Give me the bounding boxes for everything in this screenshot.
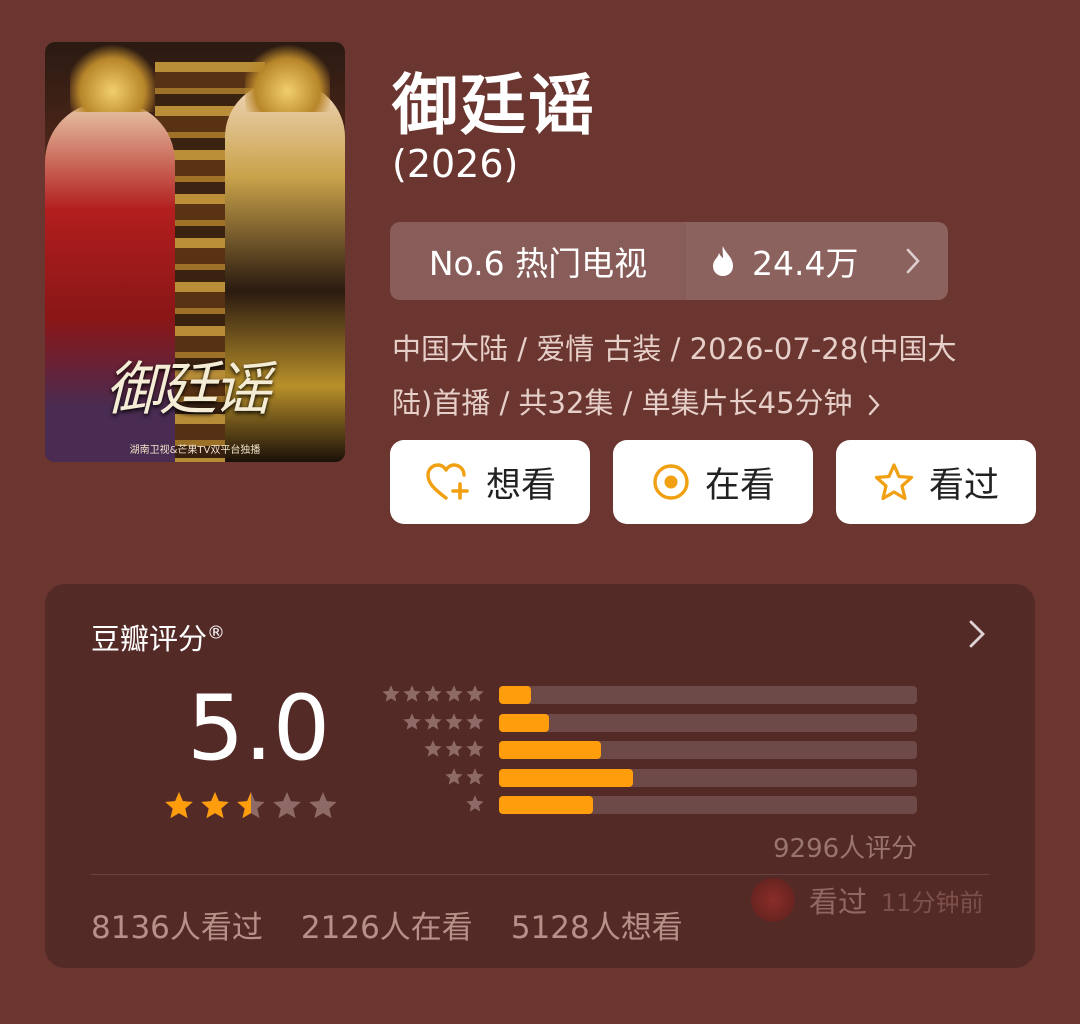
meta-line-2: 陆)首播 / 共32集 / 单集片长45分钟	[392, 386, 853, 420]
poster-crown-right	[245, 42, 330, 112]
small-star-icon	[424, 685, 442, 702]
audience-stats: 8136人看过 2126人在看 5128人想看	[91, 902, 683, 947]
small-star-icon	[445, 767, 463, 785]
small-star-icon	[466, 685, 484, 702]
rating-bar-fill	[499, 741, 602, 759]
small-star-icon	[466, 767, 484, 785]
small-star-icon	[445, 685, 463, 702]
meta-line-1: 中国大陆 / 爱情 古装 / 2026-07-28(中国大	[392, 332, 957, 366]
rating-bar-fill	[499, 796, 594, 814]
watching-button[interactable]: 在看	[613, 440, 813, 524]
small-star-icon	[424, 740, 442, 757]
recent-activity: 看过 11分钟前	[751, 878, 984, 922]
meta-line-2-wrap: 陆)首播 / 共32集 / 单集片长45分钟	[392, 376, 1032, 430]
small-star-icon	[466, 712, 484, 730]
want-count[interactable]: 5128人想看	[511, 902, 683, 947]
rating-bar-fill	[499, 768, 633, 787]
chevron-right-icon[interactable]	[969, 620, 985, 648]
rating-bar-fill	[499, 686, 531, 704]
avatar	[751, 878, 795, 922]
meta-info[interactable]: 中国大陆 / 爱情 古装 / 2026-07-28(中国大 陆)首播 / 共32…	[392, 322, 1032, 430]
rating-bar-stars	[375, 767, 485, 787]
flame-icon	[713, 246, 733, 276]
registered-mark: ®	[207, 622, 226, 644]
rating-bar-track	[499, 768, 917, 787]
rating-bar-track	[499, 686, 917, 704]
want-to-watch-button[interactable]: 想看	[390, 440, 590, 524]
heart-plus-icon	[426, 463, 469, 500]
small-star-icon	[382, 685, 400, 702]
heat-value: 24.4万	[752, 244, 859, 283]
action-bar: 想看 在看 看过	[390, 440, 1036, 524]
small-star-icon	[424, 712, 442, 730]
rating-star-icon	[201, 792, 229, 819]
target-circle-icon	[653, 464, 689, 500]
watched-button[interactable]: 看过	[836, 440, 1036, 524]
heat-section[interactable]: 24.4万	[686, 222, 948, 300]
activity-time: 11分钟前	[881, 888, 984, 917]
rating-card[interactable]: 豆瓣评分® 5.0 9296人评分 8136人看过 2126人在看 5128人想…	[45, 584, 1035, 968]
rating-heading: 豆瓣评分®	[91, 616, 225, 658]
rating-score: 5.0	[187, 676, 331, 781]
rating-count: 9296人评分	[773, 834, 918, 864]
rating-bar-fill	[499, 713, 550, 732]
rating-star-icon	[309, 792, 337, 819]
chevron-right-icon	[906, 248, 920, 274]
star-outline-icon	[874, 463, 914, 501]
watching-label: 在看	[704, 465, 775, 506]
rating-bar-stars	[375, 712, 485, 732]
page-title: 御廷谣	[392, 67, 596, 144]
rating-bar-track	[499, 796, 917, 814]
small-star-icon	[466, 740, 484, 757]
rank-pill[interactable]: No.6 热门电视 24.4万	[390, 222, 948, 300]
rating-star-icon	[237, 792, 265, 819]
rating-bar-stars	[375, 739, 485, 759]
divider	[91, 874, 989, 875]
watched-count[interactable]: 8136人看过	[91, 902, 263, 947]
poster-image[interactable]: 御廷谣 湖南卫视&芒果TV双平台独播	[45, 42, 345, 462]
rank-label: No.6 热门电视	[390, 222, 686, 300]
rating-star-icon	[273, 792, 301, 819]
poster-crown-left	[70, 42, 155, 112]
small-star-icon	[445, 740, 463, 757]
release-year: (2026)	[392, 142, 519, 186]
rating-bar-track	[499, 713, 917, 732]
small-star-icon	[466, 795, 484, 812]
want-to-watch-label: 想看	[485, 465, 556, 506]
rating-star-icon	[165, 792, 193, 819]
rating-stars	[163, 790, 339, 822]
watched-label: 看过	[928, 465, 999, 506]
rating-heading-text: 豆瓣评分	[91, 622, 208, 656]
rating-bar-stars	[375, 684, 485, 704]
rating-bar-track	[499, 741, 917, 759]
chevron-right-icon	[868, 394, 880, 416]
rating-bar-stars	[375, 794, 485, 814]
poster-footer: 湖南卫视&芒果TV双平台独播	[129, 445, 261, 456]
small-star-icon	[403, 712, 421, 730]
small-star-icon	[445, 712, 463, 730]
poster-title-art: 御廷谣	[105, 355, 271, 423]
watching-count[interactable]: 2126人在看	[301, 902, 473, 947]
small-star-icon	[403, 685, 421, 702]
activity-label: 看过	[809, 885, 868, 919]
